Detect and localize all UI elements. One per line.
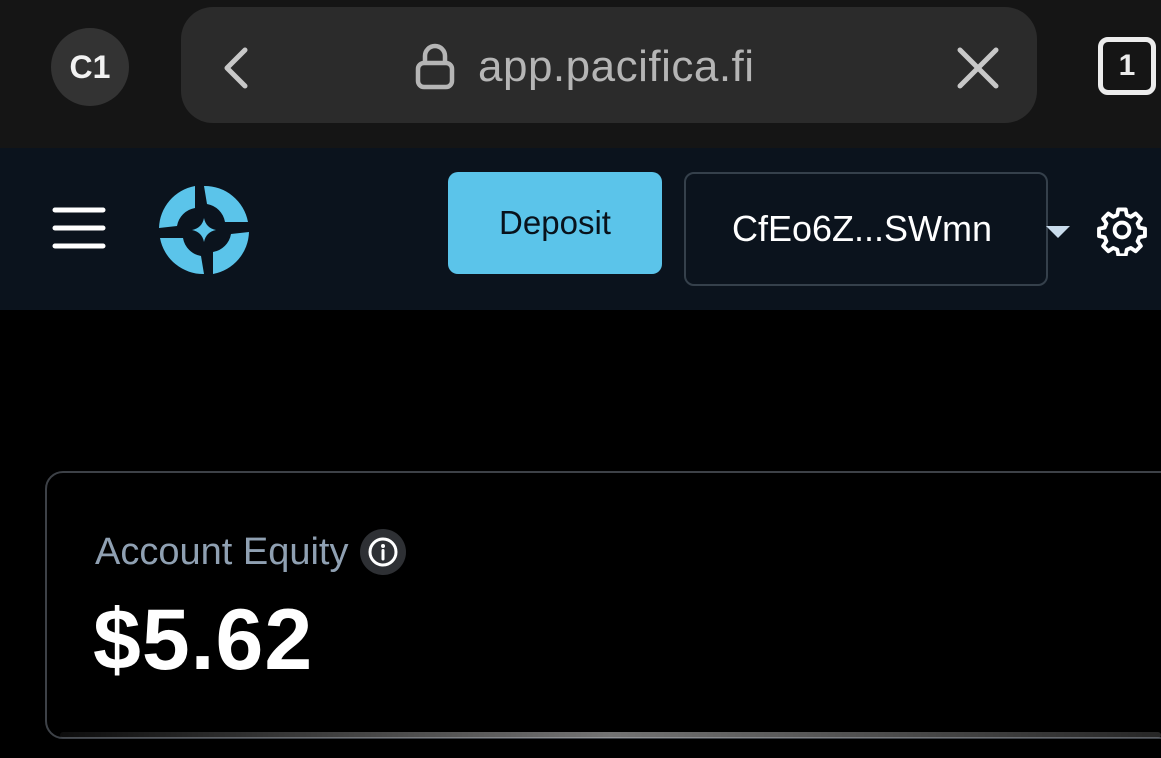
wallet-address-button[interactable]: CfEo6Z...SWmn	[684, 172, 1048, 286]
pacifica-logo-icon	[159, 185, 249, 275]
settings-button[interactable]	[1096, 204, 1148, 258]
equity-label: Account Equity	[95, 530, 349, 573]
clear-url-button[interactable]	[948, 38, 1008, 98]
menu-button[interactable]	[52, 206, 106, 250]
profile-avatar[interactable]: C1	[51, 28, 129, 106]
card-edge-highlight	[60, 732, 1161, 738]
app-logo[interactable]	[155, 182, 253, 278]
deposit-button[interactable]: Deposit	[448, 172, 662, 274]
page: C1 app.pacifica.fi 1 Deposit CfEo6Z...SW…	[0, 0, 1161, 758]
wallet-address: CfEo6Z...SWmn	[731, 208, 993, 249]
gear-icon	[1097, 207, 1147, 258]
url-text: app.pacifica.fi	[478, 42, 755, 91]
profile-initials: C1	[69, 48, 111, 85]
info-icon[interactable]	[360, 529, 407, 575]
equity-label-row: Account Equity	[95, 529, 407, 575]
caret-down-icon[interactable]	[1044, 224, 1072, 240]
tab-switcher-button[interactable]: 1	[1098, 37, 1156, 95]
browser-toolbar: C1 app.pacifica.fi 1	[0, 0, 1161, 148]
chevron-left-icon	[224, 47, 248, 89]
equity-value: $5.62	[93, 592, 314, 688]
back-button[interactable]	[206, 40, 266, 96]
lock-icon	[415, 43, 455, 90]
hamburger-menu-icon	[52, 207, 106, 249]
tab-count: 1	[1118, 49, 1136, 82]
app-header: Deposit CfEo6Z...SWmn	[0, 148, 1161, 310]
close-icon	[957, 47, 999, 89]
url-display[interactable]: app.pacifica.fi	[414, 38, 755, 96]
account-equity-card: Account Equity $5.62	[45, 471, 1161, 739]
